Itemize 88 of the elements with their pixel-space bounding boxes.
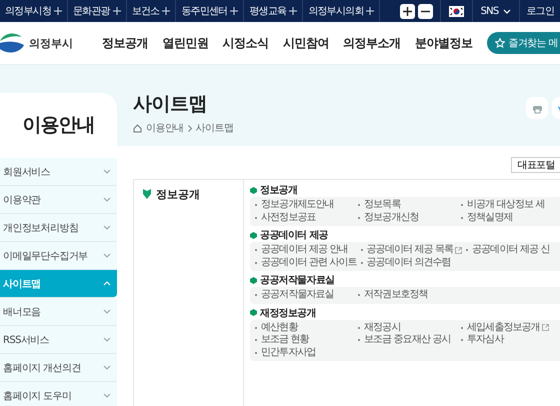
plus-icon — [289, 7, 298, 15]
sns-dropdown[interactable]: SNS — [472, 0, 520, 22]
section-title: 재정정보공개 — [260, 306, 316, 320]
bullet-icon — [250, 186, 257, 194]
sidebar-menu-item[interactable]: 개인정보처리방침 — [0, 214, 117, 242]
sidebar-title: 이용안내 — [22, 112, 94, 138]
external-link-icon — [455, 246, 462, 254]
bullet-icon — [250, 232, 257, 238]
bullet-icon — [360, 249, 363, 252]
plus-icon — [54, 7, 62, 15]
chevron-down-icon — [103, 253, 111, 258]
chevron-down-icon — [103, 197, 111, 202]
chevron-down-icon — [103, 393, 111, 398]
zoom-in-button[interactable] — [400, 4, 415, 18]
leaf-icon — [143, 189, 151, 199]
site-link[interactable]: 의정부시의회 — [303, 0, 380, 22]
sitemap-link[interactable]: 공공데이터 제공 신 — [466, 244, 560, 256]
home-icon[interactable] — [133, 124, 142, 132]
chevron-right-icon — [188, 124, 192, 132]
sitemap-link[interactable]: 세입세출정보공개 — [461, 322, 560, 334]
sitemap-link[interactable]: 정보공개제도안내 — [255, 199, 354, 212]
section-title: 공공저작물자료실 — [260, 274, 334, 287]
plus-icon — [112, 7, 121, 15]
logo-text[interactable]: 의정부시 — [29, 36, 73, 50]
chevron-down-icon — [103, 365, 111, 370]
nav-menu-item[interactable]: 시정소식 — [222, 34, 269, 52]
sidebar-menu-item[interactable]: RSS서비스 — [0, 326, 117, 354]
section-title: 공공데이터 제공 — [260, 229, 328, 242]
sitemap-link[interactable]: 보조금 중요재산 공시 — [358, 334, 457, 346]
chevron-down-icon — [103, 337, 111, 342]
chevron-up-icon — [103, 281, 111, 286]
logo-emblem-icon[interactable] — [0, 31, 26, 55]
site-link[interactable]: 보건소 — [126, 0, 176, 22]
sidebar-menu-item[interactable]: 이용약관 — [0, 186, 117, 214]
sitemap-link[interactable]: 보조금 현황 — [255, 334, 354, 346]
plus-icon — [402, 6, 412, 16]
chevron-down-icon — [103, 225, 111, 230]
page-title: 사이트맵 — [133, 92, 208, 116]
plus-icon — [230, 7, 238, 15]
category-title: 정보공개 — [156, 189, 200, 201]
sitemap-link[interactable]: 재정공시 — [358, 322, 457, 334]
nav-menu-item[interactable]: 분야별정보 — [414, 34, 472, 52]
sitemap-link[interactable]: 정보공개신청 — [358, 212, 457, 224]
nav-menu-item[interactable]: 정보공개 — [102, 34, 148, 52]
sidebar-menu-item[interactable]: 배너모음 — [0, 298, 117, 326]
sitemap-link[interactable]: 비공개 대상정보 세 — [461, 199, 560, 212]
nav-menu-item[interactable]: 시민참여 — [282, 34, 329, 52]
nav-menu-item[interactable]: 의정부소개 — [343, 34, 401, 52]
chevron-down-icon — [103, 169, 111, 174]
plus-icon — [366, 7, 374, 15]
site-link[interactable]: 의정부시청 — [0, 0, 68, 22]
sidebar-menu-item[interactable]: 이메일무단수집거부 — [0, 242, 117, 270]
chevron-down-icon — [103, 309, 111, 314]
sitemap-link[interactable]: 공공저작물자료실 — [255, 289, 354, 302]
bullet-icon — [250, 276, 257, 284]
favorites-button[interactable]: 즐겨찾는 메 — [487, 32, 560, 54]
sidebar-menu-item[interactable]: 홈페이지 개선의견 — [0, 354, 117, 382]
sitemap-link[interactable]: 정보목록 — [358, 199, 457, 212]
breadcrumb-link[interactable]: 이용안내 — [146, 121, 184, 135]
external-link-icon — [542, 324, 549, 332]
section-title: 정보공개 — [260, 184, 298, 197]
sitemap-link[interactable]: 공공데이터 제공 안내 — [255, 244, 357, 256]
login-link[interactable]: 로그인 — [520, 4, 560, 18]
sitemap-link[interactable]: 정책실명제 — [461, 212, 560, 224]
sitemap-link[interactable]: 공공데이터 의견수렴 — [360, 256, 462, 269]
sidebar-menu-item[interactable]: 홈페이지 도우미 — [0, 382, 117, 406]
bullet-icon — [466, 249, 468, 252]
bullet-icon — [250, 309, 257, 316]
sitemap-link[interactable]: 예산현황 — [255, 322, 354, 334]
sitemap-link[interactable]: 공공데이터 제공 목록 — [360, 244, 462, 256]
sitemap-link[interactable]: 투자심사 — [461, 334, 560, 346]
nav-menu-item[interactable]: 열린민원 — [162, 34, 208, 52]
portal-select-button[interactable]: 대표포털 — [511, 157, 560, 173]
star-icon — [495, 38, 506, 48]
sitemap-link[interactable]: 사전정보공표 — [255, 212, 354, 224]
site-link[interactable]: 문화관광 — [68, 0, 127, 22]
flag-icon[interactable] — [448, 6, 464, 16]
zoom-out-button[interactable] — [418, 4, 433, 18]
sitemap-link[interactable]: 민간투자사업 — [255, 346, 354, 359]
site-link[interactable]: 평생교육 — [244, 0, 304, 22]
sitemap-link[interactable]: 저작권보호정책 — [358, 289, 457, 302]
sitemap-link[interactable]: 공공데이터 관련 사이트 — [255, 256, 357, 269]
chevron-down-icon — [503, 8, 512, 14]
plus-icon — [162, 7, 170, 15]
bullet-icon — [360, 262, 363, 264]
sidebar-menu-item[interactable]: 회원서비스 — [0, 158, 117, 186]
breadcrumb-link[interactable]: 사이트맵 — [196, 121, 234, 135]
site-link[interactable]: 동주민센터 — [176, 0, 244, 22]
